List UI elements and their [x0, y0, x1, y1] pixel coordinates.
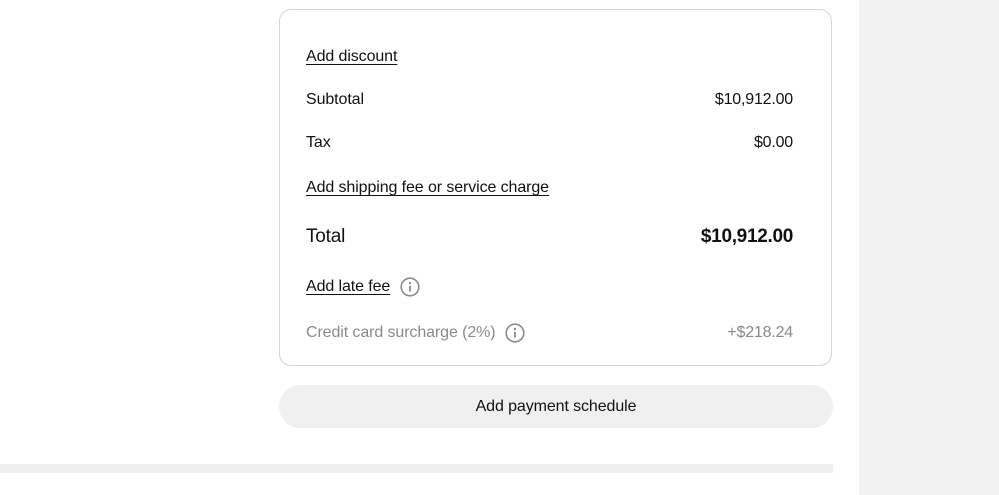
add-shipping-fee-link[interactable]: Add shipping fee or service charge: [306, 179, 549, 197]
surcharge-row: Credit card surcharge (2%) +$218.24: [306, 321, 793, 345]
surcharge-group: Credit card surcharge (2%): [306, 323, 526, 343]
total-value: $10,912.00: [700, 226, 793, 247]
tax-row: Tax $0.00: [306, 131, 793, 155]
subtotal-label: Subtotal: [306, 91, 364, 108]
info-icon[interactable]: [505, 323, 526, 343]
tax-value: $0.00: [753, 134, 793, 151]
total-row: Total $10,912.00: [306, 224, 793, 250]
info-icon[interactable]: [400, 277, 420, 297]
discount-row: Add discount: [306, 45, 793, 69]
subtotal-value: $10,912.00: [714, 91, 793, 108]
right-side-panel: [859, 0, 999, 495]
credit-card-surcharge-label: Credit card surcharge (2%): [306, 324, 496, 341]
add-discount-link[interactable]: Add discount: [306, 48, 397, 66]
invoice-summary-card: Add discount Subtotal $10,912.00 Tax $0.…: [279, 9, 832, 366]
late-fee-group: Add late fee: [306, 277, 420, 297]
add-late-fee-link[interactable]: Add late fee: [306, 278, 390, 296]
shipping-row: Add shipping fee or service charge: [306, 176, 793, 200]
tax-label: Tax: [306, 134, 331, 151]
subtotal-row: Subtotal $10,912.00: [306, 88, 793, 112]
add-payment-schedule-button[interactable]: Add payment schedule: [279, 385, 833, 428]
late-fee-row: Add late fee: [306, 275, 793, 299]
horizontal-scrollbar[interactable]: [0, 464, 833, 473]
credit-card-surcharge-value: +$218.24: [727, 324, 793, 341]
total-label: Total: [306, 226, 346, 247]
